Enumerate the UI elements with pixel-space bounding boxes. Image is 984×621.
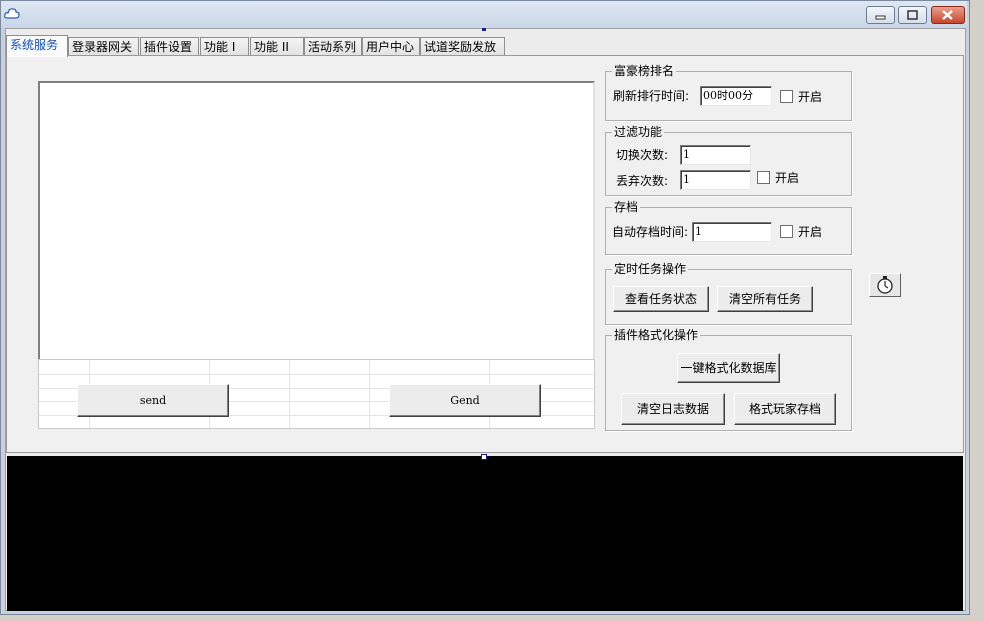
- archive-enable-checkbox[interactable]: [780, 225, 793, 238]
- tab-system-service[interactable]: 系统服务: [6, 35, 68, 57]
- view-task-status-button[interactable]: 查看任务状态: [613, 286, 709, 312]
- group-title: 插件格式化操作: [612, 328, 701, 342]
- rich-rank-enable-checkbox[interactable]: [780, 90, 793, 103]
- minimize-button[interactable]: [866, 6, 895, 24]
- discard-count-label: 丢弃次数:: [616, 174, 669, 188]
- title-bar[interactable]: [1, 1, 967, 28]
- archive-enable-label: 开启: [798, 225, 823, 239]
- stopwatch-icon[interactable]: [869, 273, 901, 297]
- switch-count-field[interactable]: 1: [680, 145, 751, 165]
- tab-function-1[interactable]: 功能 I: [200, 37, 249, 56]
- resize-handle[interactable]: [482, 28, 486, 31]
- format-player-archive-button[interactable]: 格式玩家存档: [734, 393, 836, 425]
- cloud-icon: [4, 6, 20, 20]
- discard-count-field[interactable]: 1: [680, 170, 751, 190]
- group-title: 过滤功能: [612, 125, 665, 139]
- filter-enable-checkbox[interactable]: [757, 171, 770, 184]
- tab-login-gateway[interactable]: 登录器网关: [68, 37, 139, 56]
- splitter-handle[interactable]: [481, 454, 487, 460]
- tab-trial-rewards[interactable]: 试道奖励发放: [420, 37, 505, 56]
- close-button[interactable]: [931, 6, 965, 24]
- rich-rank-enable-label: 开启: [798, 90, 823, 104]
- maximize-button[interactable]: [898, 6, 927, 24]
- tab-plugin-settings[interactable]: 插件设置: [140, 37, 199, 56]
- auto-archive-field[interactable]: 1: [692, 222, 772, 242]
- refresh-time-label: 刷新排行时间:: [613, 89, 690, 103]
- clear-all-tasks-button[interactable]: 清空所有任务: [717, 286, 813, 312]
- group-title: 存档: [612, 200, 641, 214]
- clear-log-button[interactable]: 清空日志数据: [621, 393, 725, 425]
- group-title: 定时任务操作: [612, 262, 689, 276]
- message-textarea[interactable]: [38, 81, 595, 361]
- gend-button[interactable]: Gend: [389, 384, 541, 417]
- format-database-button[interactable]: 一键格式化数据库: [677, 353, 780, 383]
- refresh-time-field[interactable]: 00时00分: [700, 86, 772, 106]
- group-title: 富豪榜排名: [612, 64, 677, 78]
- tab-function-2[interactable]: 功能 II: [250, 37, 304, 56]
- tab-user-center[interactable]: 用户中心: [362, 37, 420, 56]
- send-button[interactable]: send: [77, 384, 229, 417]
- console-output[interactable]: [7, 456, 963, 611]
- filter-enable-label: 开启: [775, 171, 800, 185]
- switch-count-label: 切换次数:: [616, 148, 669, 162]
- auto-archive-label: 自动存档时间:: [612, 225, 689, 239]
- tab-activities[interactable]: 活动系列: [304, 37, 362, 56]
